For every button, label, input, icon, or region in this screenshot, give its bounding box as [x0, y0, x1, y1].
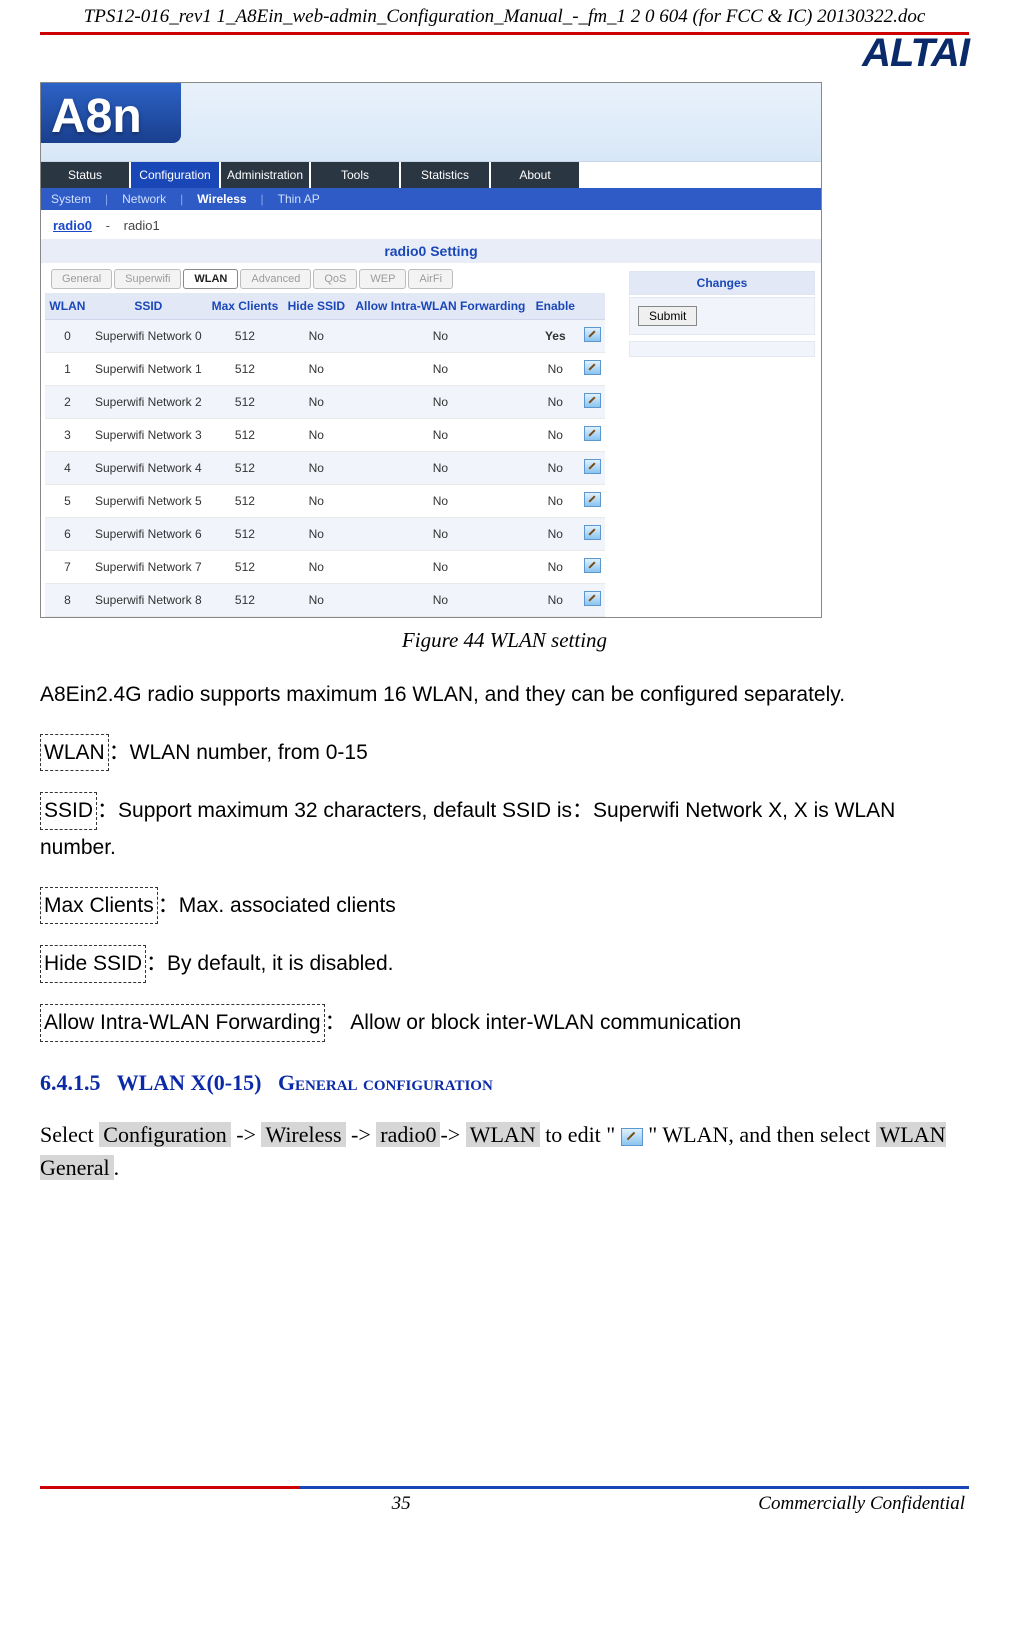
col-header: Max Clients [207, 293, 283, 320]
table-row: 2Superwifi Network 2512NoNoNo [45, 386, 605, 419]
edit-icon[interactable] [584, 360, 601, 375]
radio-selector: radio0 - radio1 [41, 210, 821, 235]
definition-term: WLAN [40, 734, 109, 772]
doc-header: TPS12-016_rev1 1_A8Ein_web-admin_Configu… [0, 0, 1009, 30]
table-row: 8Superwifi Network 8512NoNoNo [45, 584, 605, 617]
navigation-instruction: Select Configuration -> Wireless -> radi… [40, 1118, 969, 1184]
edit-icon[interactable] [584, 459, 601, 474]
edit-icon[interactable] [584, 492, 601, 507]
intro-paragraph: A8Ein2.4G radio supports maximum 16 WLAN… [40, 677, 969, 713]
edit-icon[interactable] [584, 525, 601, 540]
body-content: A8Ein2.4G radio supports maximum 16 WLAN… [40, 677, 969, 1042]
ssid-cell: Superwifi Network 4 [90, 452, 207, 485]
table-row: 5Superwifi Network 5512NoNoNo [45, 485, 605, 518]
ssid-cell: Superwifi Network 6 [90, 518, 207, 551]
tab-advanced[interactable]: Advanced [240, 269, 311, 289]
nav-tab-configuration[interactable]: Configuration [131, 162, 219, 188]
definition-line: Max Clients：Max. associated clients [40, 887, 969, 925]
subnav-system[interactable]: System [51, 192, 91, 206]
definition-line: WLAN ：WLAN number, from 0-15 [40, 734, 969, 772]
confidential-label: Commercially Confidential [758, 1493, 965, 1515]
tab-wlan[interactable]: WLAN [183, 269, 238, 289]
primary-nav: StatusConfigurationAdministrationToolsSt… [41, 162, 821, 188]
ssid-cell: Superwifi Network 2 [90, 386, 207, 419]
ssid-cell: Superwifi Network 1 [90, 353, 207, 386]
brand-banner: A8n [41, 83, 821, 162]
edit-icon[interactable] [584, 558, 601, 573]
table-row: 4Superwifi Network 4512NoNoNo [45, 452, 605, 485]
ssid-cell: Superwifi Network 5 [90, 485, 207, 518]
radio1-link[interactable]: radio1 [124, 218, 160, 233]
section-heading: 6.4.1.5 WLAN X(0-15) General configurati… [40, 1070, 969, 1096]
tab-airfi[interactable]: AirFi [408, 269, 453, 289]
tab-general[interactable]: General [51, 269, 112, 289]
submit-button[interactable]: Submit [638, 306, 697, 326]
subnav-wireless[interactable]: Wireless [197, 192, 246, 206]
col-header: WLAN [45, 293, 90, 320]
col-header: Hide SSID [283, 293, 350, 320]
changes-header: Changes [629, 271, 815, 295]
definition-term: Allow Intra-WLAN Forwarding [40, 1004, 325, 1042]
ssid-cell: Superwifi Network 7 [90, 551, 207, 584]
table-row: 1Superwifi Network 1512NoNoNo [45, 353, 605, 386]
col-header [579, 293, 605, 320]
ssid-cell: Superwifi Network 3 [90, 419, 207, 452]
setting-tabs: GeneralSuperwifiWLANAdvancedQoSWEPAirFi [45, 269, 615, 293]
product-brand: A8n [51, 89, 142, 144]
wlan-table: WLANSSIDMax ClientsHide SSIDAllow Intra-… [45, 293, 605, 617]
definition-term: Max Clients [40, 887, 158, 925]
ssid-cell: Superwifi Network 0 [90, 320, 207, 353]
figure-caption: Figure 44 WLAN setting [40, 628, 969, 653]
tab-superwifi[interactable]: Superwifi [114, 269, 181, 289]
nav-tab-statistics[interactable]: Statistics [401, 162, 489, 188]
nav-tab-administration[interactable]: Administration [221, 162, 309, 188]
table-row: 6Superwifi Network 6512NoNoNo [45, 518, 605, 551]
edit-icon[interactable] [584, 591, 601, 606]
subnav-thin-ap[interactable]: Thin AP [278, 192, 320, 206]
definition-term: Hide SSID [40, 945, 146, 983]
subnav-network[interactable]: Network [122, 192, 166, 206]
tab-wep[interactable]: WEP [359, 269, 406, 289]
edit-icon[interactable] [584, 327, 601, 342]
table-row: 3Superwifi Network 3512NoNoNo [45, 419, 605, 452]
section-title: radio0 Setting [41, 239, 821, 263]
table-row: 0Superwifi Network 0512NoNoYes [45, 320, 605, 353]
definition-line: SSID：Support maximum 32 characters, defa… [40, 792, 969, 865]
path-wlan: WLAN [466, 1122, 540, 1147]
tab-qos[interactable]: QoS [313, 269, 357, 289]
definition-line: Allow Intra-WLAN Forwarding： Allow or bl… [40, 1004, 969, 1042]
col-header: Enable [531, 293, 579, 320]
nav-tab-status[interactable]: Status [41, 162, 129, 188]
panel-strip [629, 341, 815, 357]
col-header: Allow Intra-WLAN Forwarding [350, 293, 532, 320]
definition-term: SSID [40, 792, 97, 830]
changes-panel: Submit [629, 297, 815, 335]
page-footer: 35 Commercially Confidential [0, 1489, 1009, 1535]
radio0-link[interactable]: radio0 [53, 218, 92, 233]
company-logo: ALTAI [862, 31, 969, 76]
path-configuration: Configuration [99, 1122, 230, 1147]
nav-tab-tools[interactable]: Tools [311, 162, 399, 188]
definition-line: Hide SSID：By default, it is disabled. [40, 945, 969, 983]
edit-icon[interactable] [584, 393, 601, 408]
ssid-cell: Superwifi Network 8 [90, 584, 207, 617]
edit-icon[interactable] [584, 426, 601, 441]
nav-tab-about[interactable]: About [491, 162, 579, 188]
path-radio0: radio0 [376, 1122, 440, 1147]
path-wireless: Wireless [261, 1122, 345, 1147]
sub-nav: System|Network|Wireless|Thin AP [41, 188, 821, 210]
col-header: SSID [90, 293, 207, 320]
edit-icon [621, 1128, 643, 1146]
table-row: 7Superwifi Network 7512NoNoNo [45, 551, 605, 584]
page-number: 35 [44, 1493, 758, 1515]
wlan-settings-screenshot: A8n StatusConfigurationAdministrationToo… [40, 82, 822, 618]
